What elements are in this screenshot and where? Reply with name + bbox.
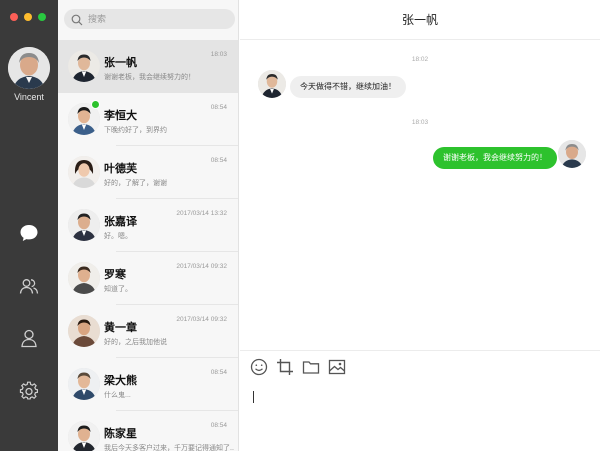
send-file-button[interactable]	[301, 359, 321, 379]
last-message-time: 2017/03/14 13:32	[176, 210, 227, 217]
last-message-time: 2017/03/14 09:32	[176, 263, 227, 270]
conversation-item[interactable]: 李恒大 下晚约好了，到界约 08:54	[58, 93, 238, 146]
contact-avatar	[68, 262, 100, 294]
my-avatar[interactable]	[8, 47, 50, 89]
profile-nav-button[interactable]	[15, 326, 43, 354]
image-icon	[328, 358, 346, 381]
last-message-preview: 好的，了解了，谢谢	[104, 180, 167, 187]
last-message-preview: 我后今天多客户过来，千万要记得通知了...	[104, 445, 234, 451]
last-message-time: 08:54	[210, 157, 227, 164]
contact-name: 张一帆	[104, 57, 137, 69]
last-message-preview: 好的，之后我加他说	[104, 339, 167, 346]
last-message-time: 18:03	[210, 51, 227, 58]
message-timestamp: 18:03	[411, 119, 429, 126]
conversation-list: 张一帆 谢谢老板，我会继续努力的！ 18:03 李恒大 下晚约好了，到界约 08…	[58, 0, 239, 451]
last-message-preview: 好。嗯。	[104, 233, 132, 240]
sender-avatar[interactable]	[258, 70, 286, 98]
conversation-item[interactable]: 黄一章 好的，之后我加他说 2017/03/14 09:32	[58, 305, 238, 358]
contacts-nav-button[interactable]	[15, 274, 43, 302]
folder-icon	[302, 358, 320, 381]
last-message-time: 2017/03/14 09:32	[176, 316, 227, 323]
minimize-window-button[interactable]	[24, 13, 32, 21]
chat-nav-button[interactable]	[15, 221, 43, 249]
contact-name: 黄一章	[104, 322, 137, 334]
chat-title: 张一帆	[240, 0, 600, 40]
message-timestamp: 18:02	[411, 56, 429, 63]
contact-name: 张嘉译	[104, 216, 137, 228]
message-input[interactable]	[250, 387, 590, 447]
search-box[interactable]	[64, 9, 235, 29]
screenshot-crop-button[interactable]	[275, 358, 295, 381]
last-message-preview: 下晚约好了，到界约	[104, 127, 167, 134]
text-caret	[253, 391, 254, 403]
contacts-icon	[19, 276, 39, 301]
contact-name: 梁大熊	[104, 375, 137, 387]
incoming-message[interactable]: 今天做得不错，继续加油！	[290, 76, 406, 98]
conversation-item[interactable]: 陈家星 我后今天多客户过来，千万要记得通知了... 08:54	[58, 411, 238, 451]
message-composer	[240, 350, 600, 451]
search-icon	[71, 13, 83, 31]
profile-icon	[19, 328, 39, 353]
emoji-icon	[250, 358, 268, 381]
contact-avatar	[68, 368, 100, 400]
conversation-item[interactable]: 叶德芙 好的，了解了，谢谢 08:54	[58, 146, 238, 199]
contact-name: 李恒大	[104, 110, 137, 122]
contact-avatar	[68, 315, 100, 347]
maximize-window-button[interactable]	[38, 13, 46, 21]
settings-nav-button[interactable]	[15, 379, 43, 407]
last-message-preview: 知道了。	[104, 286, 132, 293]
chat-bubble-icon	[19, 223, 39, 248]
app-sidebar: Vincent	[0, 0, 58, 451]
send-image-button[interactable]	[327, 359, 347, 379]
emoji-button[interactable]	[249, 358, 269, 381]
settings-gear-icon	[19, 381, 39, 406]
contact-avatar	[68, 156, 100, 188]
contact-name: 陈家星	[104, 428, 137, 440]
conversation-item[interactable]: 张嘉译 好。嗯。 2017/03/14 13:32	[58, 199, 238, 252]
last-message-preview: 谢谢老板，我会继续努力的！	[104, 74, 195, 81]
crop-icon	[276, 358, 294, 381]
last-message-time: 08:54	[210, 369, 227, 376]
last-message-time: 08:54	[210, 104, 227, 111]
search-input[interactable]	[88, 11, 228, 27]
my-message-avatar[interactable]	[558, 140, 586, 168]
my-name: Vincent	[14, 92, 44, 102]
outgoing-message[interactable]: 谢谢老板，我会继续努力的！	[433, 147, 557, 169]
last-message-time: 08:54	[210, 422, 227, 429]
unread-indicator	[91, 100, 100, 109]
chat-panel: 张一帆 18:02 今天做得不错，继续加油！ 18:03 谢谢老板，我会继续努力…	[240, 0, 600, 451]
close-window-button[interactable]	[10, 13, 18, 21]
conversation-item[interactable]: 张一帆 谢谢老板，我会继续努力的！ 18:03	[58, 40, 238, 93]
contact-name: 罗寒	[104, 269, 126, 281]
conversation-item[interactable]: 罗寒 知道了。 2017/03/14 09:32	[58, 252, 238, 305]
contact-name: 叶德芙	[104, 163, 137, 175]
last-message-preview: 什么鬼...	[104, 392, 131, 399]
contact-avatar	[68, 421, 100, 451]
contact-avatar	[68, 209, 100, 241]
conversation-item[interactable]: 梁大熊 什么鬼... 08:54	[58, 358, 238, 411]
contact-avatar	[68, 50, 100, 82]
